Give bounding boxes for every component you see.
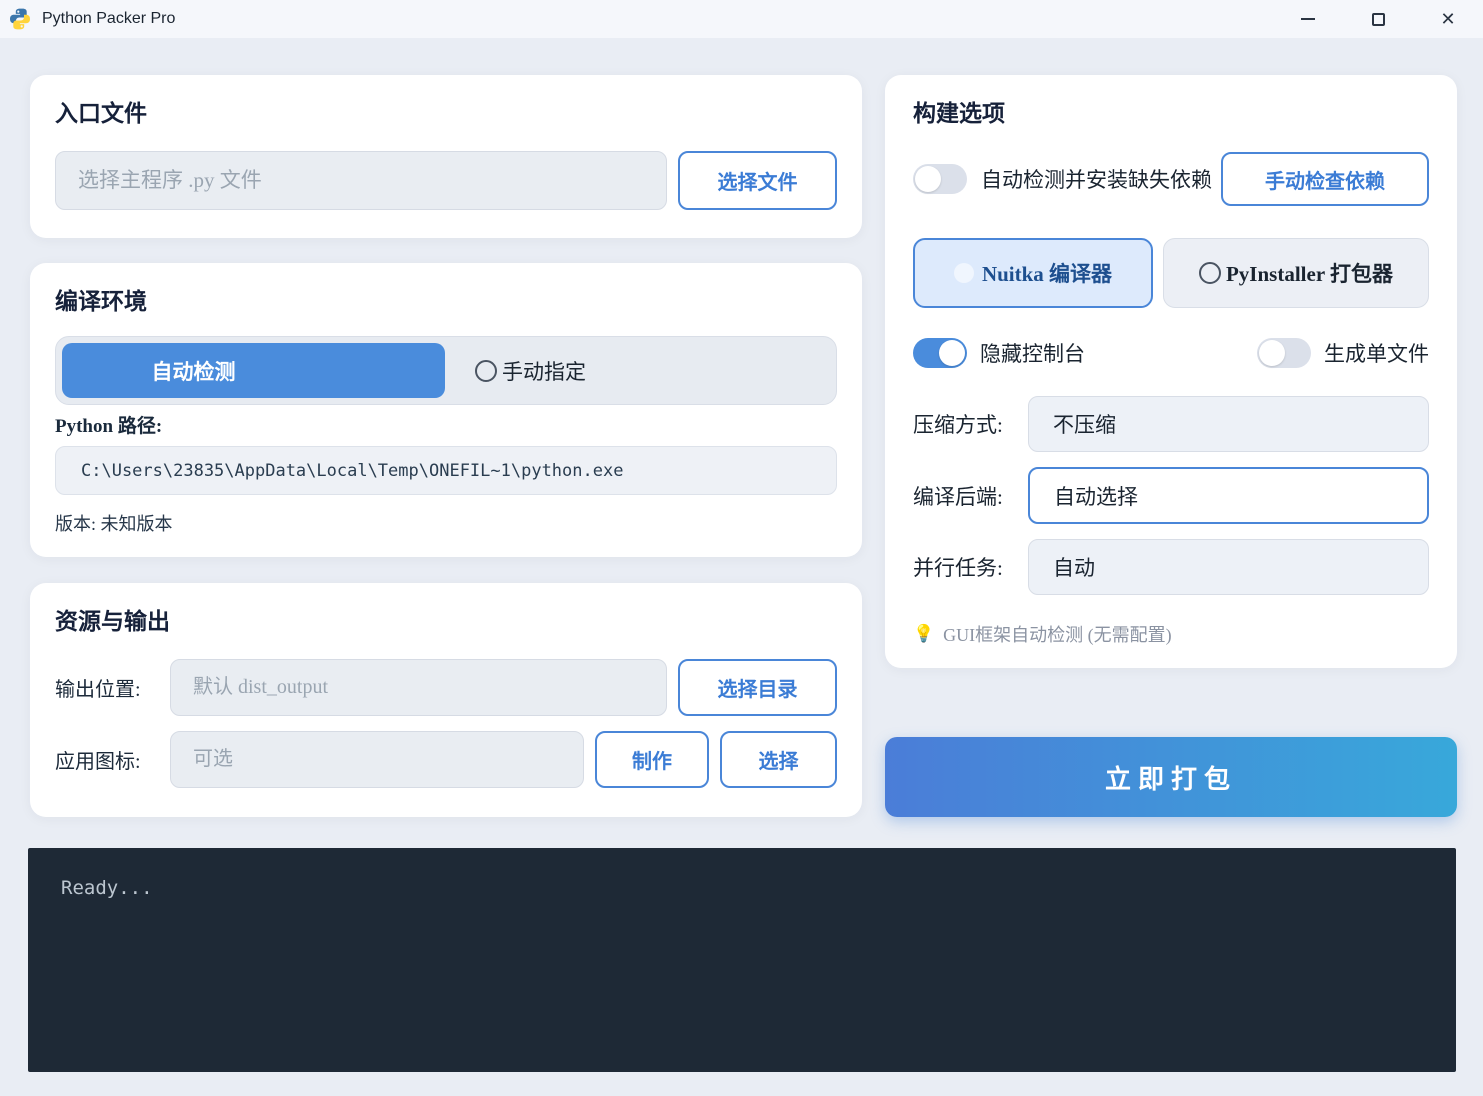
choose-icon-button[interactable]: 选择 — [720, 731, 837, 788]
radio-unselected-icon — [475, 360, 497, 382]
jobs-label: 并行任务: — [913, 552, 1028, 582]
python-path-label: Python 路径: — [55, 416, 837, 438]
gui-hint-text: GUI框架自动检测 (无需配置) — [943, 621, 1171, 647]
resources-output-card: 资源与输出 输出位置: 选择目录 应用图标: 制作 选择 — [30, 583, 862, 817]
onefile-switch-group: 生成单文件 — [1257, 338, 1429, 368]
output-location-row: 输出位置: 选择目录 — [55, 659, 837, 716]
nuitka-label: Nuitka 编译器 — [982, 258, 1112, 288]
right-column: 构建选项 自动检测并安装缺失依赖 手动检查依赖 Nuitka 编译器 PyIns… — [885, 75, 1457, 817]
compression-label: 压缩方式: — [913, 409, 1028, 439]
choose-directory-button[interactable]: 选择目录 — [678, 659, 837, 716]
make-icon-button[interactable]: 制作 — [595, 731, 709, 788]
python-version-text: 版本: 未知版本 — [55, 510, 837, 536]
radio-selected-icon — [954, 263, 974, 283]
gui-hint-row: 💡 GUI框架自动检测 (无需配置) — [913, 621, 1429, 647]
output-location-input[interactable] — [170, 659, 667, 716]
python-logo-icon — [8, 7, 32, 31]
jobs-row: 并行任务: 自动 — [913, 539, 1429, 595]
output-location-label: 输出位置: — [55, 673, 159, 702]
window-controls: ✕ — [1273, 0, 1483, 38]
close-icon: ✕ — [1440, 10, 1455, 28]
switches-row: 隐藏控制台 生成单文件 — [913, 338, 1429, 368]
compiler-selector-row: Nuitka 编译器 PyInstaller 打包器 — [913, 238, 1429, 308]
build-card-title: 构建选项 — [913, 100, 1429, 128]
app-icon-row: 应用图标: 制作 选择 — [55, 731, 837, 788]
console-ready-text: Ready... — [61, 877, 153, 899]
manual-dep-check-button[interactable]: 手动检查依赖 — [1221, 152, 1429, 206]
toggle-thumb — [1259, 340, 1285, 366]
choose-file-button[interactable]: 选择文件 — [678, 151, 837, 210]
pack-now-button[interactable]: 立即打包 — [885, 737, 1457, 817]
entry-file-input[interactable] — [55, 151, 667, 210]
entry-file-card: 入口文件 选择文件 — [30, 75, 862, 238]
radio-unselected-icon — [1199, 262, 1221, 284]
compile-env-card: 编译环境 自动检测 手动指定 Python 路径: 版本: 未知版本 — [30, 263, 862, 557]
entry-card-title: 入口文件 — [55, 100, 837, 128]
app-icon-input[interactable] — [170, 731, 584, 788]
window-title: Python Packer Pro — [42, 10, 175, 28]
backend-row: 编译后端: 自动选择 — [913, 467, 1429, 524]
manual-specify-option[interactable]: 手动指定 — [445, 343, 830, 398]
log-console: Ready... — [28, 848, 1456, 1072]
pyinstaller-label: PyInstaller 打包器 — [1226, 258, 1393, 288]
toggle-thumb — [915, 166, 941, 192]
lightbulb-icon: 💡 — [913, 624, 934, 644]
toggle-thumb — [939, 340, 965, 366]
backend-select[interactable]: 自动选择 — [1028, 467, 1429, 524]
backend-label: 编译后端: — [913, 481, 1028, 511]
minimize-button[interactable] — [1273, 0, 1343, 38]
onefile-label: 生成单文件 — [1324, 338, 1429, 368]
python-path-input[interactable] — [55, 446, 837, 495]
minimize-icon — [1301, 18, 1315, 20]
maximize-icon — [1372, 13, 1385, 26]
auto-deps-label: 自动检测并安装缺失依赖 — [981, 164, 1212, 194]
pyinstaller-option[interactable]: PyInstaller 打包器 — [1163, 238, 1429, 308]
build-options-card: 构建选项 自动检测并安装缺失依赖 手动检查依赖 Nuitka 编译器 PyIns… — [885, 75, 1457, 668]
manual-specify-label: 手动指定 — [502, 356, 586, 386]
dependency-row: 自动检测并安装缺失依赖 手动检查依赖 — [913, 152, 1429, 206]
auto-deps-toggle[interactable] — [913, 164, 967, 194]
maximize-button[interactable] — [1343, 0, 1413, 38]
app-icon-label: 应用图标: — [55, 745, 159, 774]
titlebar: Python Packer Pro ✕ — [0, 0, 1483, 38]
output-card-title: 资源与输出 — [55, 608, 837, 636]
left-column: 入口文件 选择文件 编译环境 自动检测 手动指定 Python 路径: 版本: … — [30, 75, 862, 817]
compression-row: 压缩方式: 不压缩 — [913, 396, 1429, 452]
onefile-toggle[interactable] — [1257, 338, 1311, 368]
env-card-title: 编译环境 — [55, 288, 837, 316]
hide-console-toggle[interactable] — [913, 338, 967, 368]
close-button[interactable]: ✕ — [1413, 0, 1483, 38]
python-env-segment: 自动检测 手动指定 — [55, 336, 837, 405]
jobs-select[interactable]: 自动 — [1028, 539, 1429, 595]
entry-file-row: 选择文件 — [55, 151, 837, 210]
compression-select[interactable]: 不压缩 — [1028, 396, 1429, 452]
auto-detect-option[interactable]: 自动检测 — [62, 343, 445, 398]
hide-console-label: 隐藏控制台 — [980, 338, 1085, 368]
nuitka-compiler-option[interactable]: Nuitka 编译器 — [913, 238, 1153, 308]
